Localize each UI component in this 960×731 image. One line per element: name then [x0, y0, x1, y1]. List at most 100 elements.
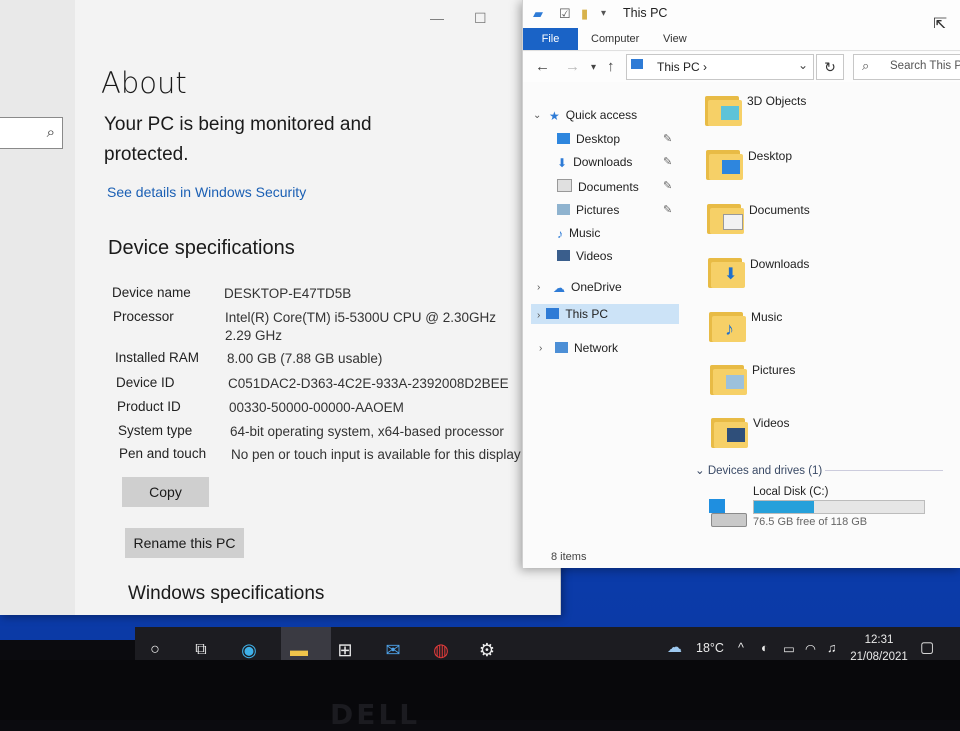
explorer-titlebar: ▰ ☑ ▮ ▾ This PC: [523, 0, 960, 28]
local-disk-icon[interactable]: [709, 497, 747, 527]
status-bar-count: 8 items: [551, 551, 587, 563]
notifications-icon[interactable]: ▢: [920, 638, 934, 656]
collapse-chevron-icon[interactable]: ⌄: [533, 110, 541, 121]
nav-documents[interactable]: Documents: [557, 179, 639, 194]
forward-arrow-icon[interactable]: →: [565, 58, 580, 75]
meet-now-icon[interactable]: ◐: [761, 641, 769, 655]
spec-value: Intel(R) Core(TM) i5-5300U CPU @ 2.30GHz…: [225, 310, 497, 343]
spec-value: 64-bit operating system, x64-based proce…: [230, 424, 504, 439]
rename-pc-button[interactable]: Rename this PC: [125, 528, 244, 558]
this-pc-icon: [546, 308, 560, 319]
search-circle-icon[interactable]: ○: [143, 638, 167, 662]
back-arrow-icon[interactable]: ←: [535, 58, 550, 75]
folder-label[interactable]: Documents: [749, 203, 810, 217]
settings-nav-pane: ⌕: [0, 0, 75, 615]
folder-3d-objects-icon[interactable]: [705, 92, 745, 126]
clock-time: 12:31: [864, 634, 894, 646]
folder-videos-icon[interactable]: [711, 414, 751, 448]
file-explorer-window: ▰ ☑ ▮ ▾ This PC ⇱ File Computer View ← →…: [522, 0, 960, 568]
properties-icon[interactable]: ☑: [559, 6, 571, 22]
minimize-icon[interactable]: —: [430, 10, 444, 26]
task-view-icon[interactable]: ⧉: [189, 638, 213, 662]
folder-music-icon[interactable]: ♪: [709, 308, 749, 342]
device-specs-heading: Device specifications: [108, 237, 295, 259]
wifi-icon[interactable]: ◠: [805, 641, 816, 656]
folder-label[interactable]: Pictures: [752, 363, 795, 377]
weather-cloud-icon[interactable]: ☁: [667, 638, 682, 656]
folder-downloads-icon[interactable]: ⬇: [708, 254, 748, 288]
copy-button[interactable]: Copy: [122, 477, 209, 507]
nav-videos[interactable]: Videos: [557, 249, 612, 263]
download-arrow-icon: ⬇: [557, 156, 568, 170]
address-bar[interactable]: This PC › ⌄: [626, 54, 814, 80]
content-pane: 3D Objects Desktop Documents ⬇ Downloads…: [693, 88, 960, 548]
pin-icon: ✎: [663, 180, 673, 192]
spec-value: No pen or touch input is available for t…: [231, 447, 521, 462]
star-icon: ★: [549, 109, 560, 123]
expand-chevron-icon[interactable]: ›: [537, 282, 540, 293]
devices-group-header[interactable]: ⌄ Devices and drives (1): [695, 463, 822, 477]
battery-icon[interactable]: ▭: [783, 641, 795, 656]
recent-locations-icon[interactable]: ▾: [591, 62, 596, 73]
nav-downloads[interactable]: ⬇ Downloads: [557, 155, 632, 170]
drive-name[interactable]: Local Disk (C:): [753, 486, 828, 498]
nav-network[interactable]: Network: [555, 341, 618, 355]
settings-gear-icon[interactable]: ⚙: [475, 638, 499, 662]
tab-computer[interactable]: Computer: [591, 28, 639, 50]
folder-label[interactable]: Downloads: [750, 257, 809, 271]
document-icon: [557, 179, 572, 192]
spec-label: Processor: [113, 309, 174, 324]
nav-desktop[interactable]: Desktop: [557, 132, 620, 146]
new-folder-icon[interactable]: ▮: [581, 6, 588, 22]
nav-music[interactable]: ♪ Music: [557, 226, 600, 241]
volume-icon[interactable]: ♫: [827, 641, 836, 655]
spec-label: Product ID: [117, 399, 181, 414]
this-pc-icon: [631, 59, 643, 69]
nav-quick-access[interactable]: ★ Quick access: [549, 108, 637, 123]
explorer-search-input[interactable]: ⌕ Search This PC: [853, 54, 960, 80]
refresh-button[interactable]: ↻: [816, 54, 844, 80]
folder-label[interactable]: Music: [751, 310, 782, 324]
folder-pictures-icon[interactable]: [710, 361, 750, 395]
nav-pictures[interactable]: Pictures: [557, 203, 619, 217]
folder-label[interactable]: Videos: [753, 416, 789, 430]
spec-label: Pen and touch: [119, 446, 207, 461]
weather-temp[interactable]: 18°C: [696, 641, 724, 655]
customize-qat-icon[interactable]: ▾: [601, 8, 606, 19]
mail-icon[interactable]: ✉: [381, 638, 405, 662]
up-arrow-icon[interactable]: ↑: [607, 58, 615, 75]
expand-chevron-icon[interactable]: ›: [537, 310, 540, 321]
search-placeholder: Search This PC: [890, 60, 960, 72]
edge-icon[interactable]: ◉: [237, 638, 261, 662]
spec-value: C051DAC2-D363-4C2E-933A-2392008D2BEE: [228, 376, 509, 391]
show-hidden-icons-icon[interactable]: ^: [738, 641, 744, 655]
pin-icon: ✎: [663, 204, 673, 216]
spec-label: Device name: [112, 285, 191, 300]
settings-window: ⌕ — ☐ About Your PC is being monitored a…: [0, 0, 561, 615]
bezel-logo: DELL: [330, 698, 421, 731]
network-icon: [555, 342, 568, 353]
page-title: About: [101, 66, 187, 100]
expand-chevron-icon[interactable]: ›: [539, 343, 542, 354]
app-red-icon[interactable]: ◍: [429, 638, 453, 662]
navigation-bar: ← → ▾ ↑ This PC › ⌄ ↻ ⌕ Search This PC: [523, 52, 960, 82]
video-icon: [557, 250, 570, 261]
settings-search-input[interactable]: ⌕: [0, 117, 63, 149]
search-icon: ⌕: [862, 58, 870, 73]
maximize-icon[interactable]: ☐: [474, 10, 487, 27]
windows-security-link[interactable]: See details in Windows Security: [107, 184, 306, 200]
ribbon-tabs: File Computer View: [523, 28, 960, 51]
folder-label[interactable]: 3D Objects: [747, 94, 806, 108]
tab-view[interactable]: View: [663, 28, 687, 50]
tab-file[interactable]: File: [523, 28, 578, 50]
store-icon[interactable]: ⊞: [333, 638, 357, 662]
nav-this-pc[interactable]: › This PC: [531, 304, 679, 324]
folder-desktop-icon[interactable]: [706, 146, 746, 180]
search-icon: ⌕: [46, 124, 55, 141]
nav-onedrive[interactable]: ☁ OneDrive: [553, 280, 622, 295]
file-explorer-icon[interactable]: ▬: [287, 638, 311, 662]
address-dropdown-icon[interactable]: ⌄: [798, 58, 808, 72]
folder-label[interactable]: Desktop: [748, 149, 792, 163]
pin-icon: ✎: [663, 133, 673, 145]
folder-documents-icon[interactable]: [707, 200, 747, 234]
